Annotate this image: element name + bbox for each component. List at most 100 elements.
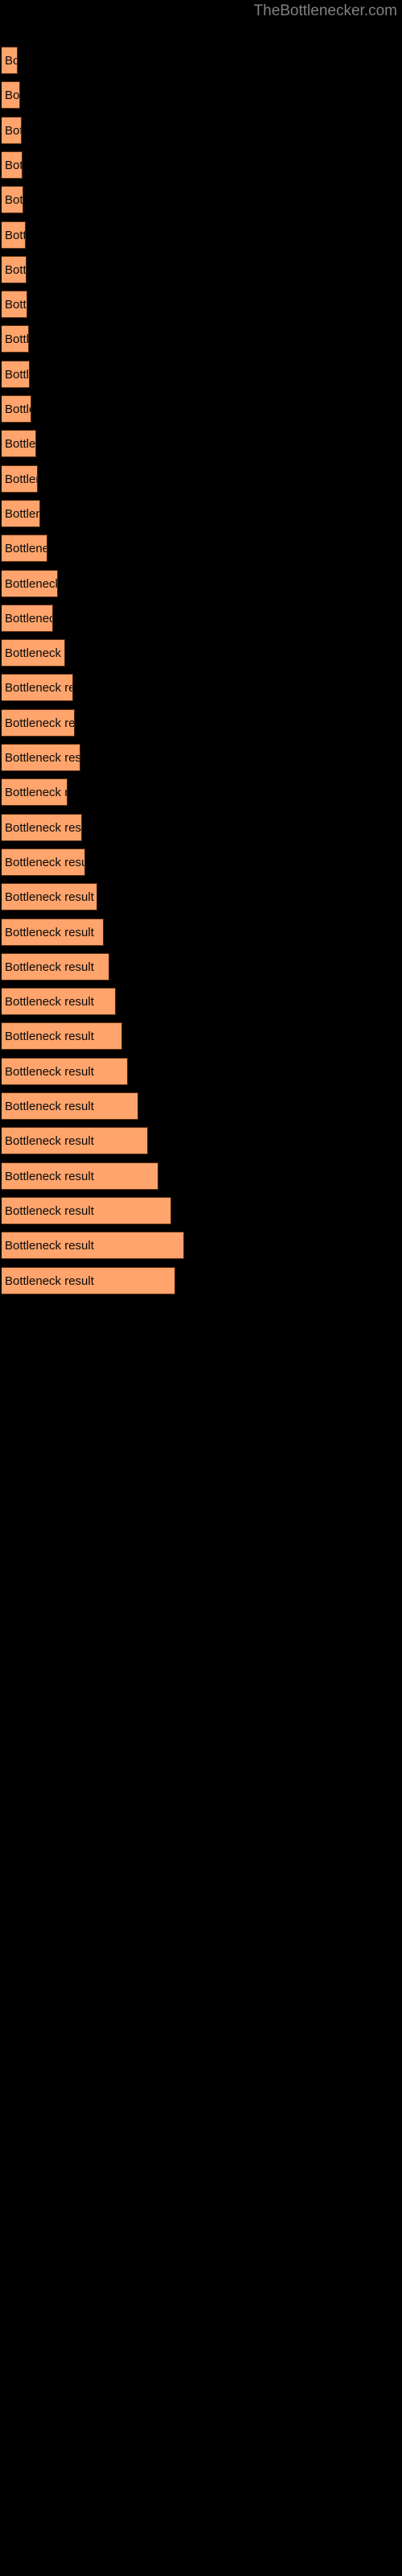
- bar-label: Bottleneck result: [5, 1134, 94, 1149]
- bar-rect[interactable]: Bottleneck result: [2, 360, 30, 388]
- bar-row[interactable]: Bottleneck result: [2, 291, 27, 319]
- bar-rect[interactable]: Bottleneck result: [2, 499, 40, 527]
- bar-row[interactable]: Bottleneck result: [2, 430, 36, 458]
- bar-row[interactable]: Bottleneck result: [2, 535, 47, 563]
- bar-label: Bottleneck result: [5, 262, 27, 277]
- bar-row[interactable]: Bottleneck result: [2, 221, 26, 249]
- bar-label: Bottleneck result: [5, 1030, 94, 1044]
- bar-row[interactable]: Bottleneck result: [2, 1266, 175, 1294]
- bar-row[interactable]: Bottleneck result: [2, 639, 65, 667]
- bar-rect[interactable]: Bottleneck result: [2, 744, 80, 771]
- bar-row[interactable]: Bottleneck result: [2, 186, 23, 214]
- bar-row[interactable]: Bottleneck result: [2, 604, 53, 632]
- bar-row[interactable]: Bottleneck result: [2, 708, 75, 737]
- bar-label: Bottleneck result: [5, 681, 72, 696]
- bar-row[interactable]: Bottleneck result: [2, 116, 22, 144]
- bar-row[interactable]: Bottleneck result: [2, 1092, 138, 1120]
- bar-label: Bottleneck result: [5, 437, 36, 452]
- bar-row[interactable]: Bottleneck result: [2, 360, 30, 388]
- bar-label: Bottleneck result: [5, 576, 58, 591]
- bar-label: Bottleneck result: [5, 1239, 94, 1253]
- bar-rect[interactable]: Bottleneck result: [2, 674, 73, 702]
- bar-rect[interactable]: Bottleneck result: [2, 952, 109, 980]
- bar-row[interactable]: Bottleneck result: [2, 464, 38, 493]
- bar-label: Bottleneck result: [5, 960, 94, 974]
- bar-row[interactable]: Bottleneck result: [2, 848, 85, 876]
- bar-rect[interactable]: Bottleneck result: [2, 1092, 138, 1120]
- bar-rect[interactable]: Bottleneck result: [2, 639, 65, 667]
- bar-row[interactable]: Bottleneck result: [2, 744, 80, 771]
- bar-row[interactable]: Bottleneck result: [2, 1232, 184, 1260]
- bar-rect[interactable]: Bottleneck result: [2, 291, 27, 319]
- bar-row[interactable]: Bottleneck result: [2, 1162, 158, 1190]
- bar-label: Bottleneck result: [5, 1100, 94, 1113]
- bar-row[interactable]: Bottleneck result: [2, 918, 104, 946]
- bar-rect[interactable]: Bottleneck result: [2, 116, 22, 144]
- bar-label: Bottleneck result: [5, 925, 94, 939]
- bar-rect[interactable]: Bottleneck result: [2, 325, 29, 353]
- bar-label: Bottleneck result: [5, 1064, 94, 1079]
- bar-rect[interactable]: Bottleneck result: [2, 430, 36, 458]
- bar-label: Bottleneck result: [5, 751, 80, 765]
- bar-row[interactable]: Bottleneck result: [2, 395, 31, 423]
- bar-rect[interactable]: Bottleneck result: [2, 988, 116, 1016]
- bar-row[interactable]: Bottleneck result: [2, 47, 18, 74]
- bar-rect[interactable]: Bottleneck result: [2, 1266, 175, 1294]
- bar-row[interactable]: Bottleneck result: [2, 1057, 128, 1085]
- bar-row[interactable]: Bottleneck result: [2, 952, 109, 980]
- bar-row[interactable]: Bottleneck result: [2, 674, 73, 702]
- bar-rect[interactable]: Bottleneck result: [2, 255, 27, 283]
- bar-label: Bottleneck result: [5, 89, 20, 103]
- bar-rect[interactable]: Bottleneck result: [2, 151, 23, 179]
- bar-rect[interactable]: Bottleneck result: [2, 604, 53, 632]
- bar-row[interactable]: Bottleneck result: [2, 81, 20, 109]
- bar-rect[interactable]: Bottleneck result: [2, 1196, 171, 1224]
- bar-rect[interactable]: Bottleneck result: [2, 464, 38, 493]
- bar-rect[interactable]: Bottleneck result: [2, 1232, 184, 1260]
- bar-label: Bottleneck result: [5, 402, 31, 416]
- bar-label: Bottleneck result: [5, 332, 29, 347]
- bar-rect[interactable]: Bottleneck result: [2, 1022, 122, 1051]
- bar-rect[interactable]: Bottleneck result: [2, 883, 97, 911]
- bar-row[interactable]: Bottleneck result: [2, 569, 58, 597]
- bar-rect[interactable]: Bottleneck result: [2, 47, 18, 74]
- bar-series-container: Bottleneck result Bottleneck result Bottle…: [0, 0, 402, 2576]
- bar-row[interactable]: Bottleneck result: [2, 1022, 122, 1051]
- bar-rect[interactable]: Bottleneck result: [2, 813, 82, 841]
- bar-rect[interactable]: Bottleneck result: [2, 186, 23, 214]
- bar-rect[interactable]: Bottleneck result: [2, 708, 75, 737]
- bar-row[interactable]: Bottleneck result: [2, 499, 40, 527]
- bar-row[interactable]: Bottleneck result: [2, 325, 29, 353]
- bar-rect[interactable]: Bottleneck result: [2, 1162, 158, 1190]
- bar-rect[interactable]: Bottleneck result: [2, 535, 47, 563]
- bar-label: Bottleneck result: [5, 367, 30, 382]
- bar-rect[interactable]: Bottleneck result: [2, 81, 20, 109]
- bar-rect[interactable]: Bottleneck result: [2, 778, 68, 807]
- bar-row[interactable]: Bottleneck result: [2, 883, 97, 911]
- bar-rect[interactable]: Bottleneck result: [2, 918, 104, 946]
- bar-row[interactable]: Bottleneck result: [2, 813, 82, 841]
- bar-label: Bottleneck result: [5, 228, 25, 242]
- bar-rect[interactable]: Bottleneck result: [2, 569, 58, 597]
- bar-row[interactable]: Bottleneck result: [2, 778, 68, 807]
- bar-row[interactable]: Bottleneck result: [2, 1196, 171, 1224]
- bar-label: Bottleneck result: [5, 506, 39, 521]
- bar-row[interactable]: Bottleneck result: [2, 151, 23, 179]
- bar-label: Bottleneck result: [5, 611, 52, 625]
- bar-label: Bottleneck result: [5, 54, 17, 68]
- bar-rect[interactable]: Bottleneck result: [2, 221, 26, 249]
- bar-row[interactable]: Bottleneck result: [2, 255, 27, 283]
- bar-row[interactable]: Bottleneck result: [2, 988, 116, 1016]
- bar-label: Bottleneck result: [5, 1169, 94, 1183]
- bar-rect[interactable]: Bottleneck result: [2, 848, 85, 876]
- bar-label: Bottleneck result: [5, 716, 75, 730]
- bar-rect[interactable]: Bottleneck result: [2, 1057, 128, 1085]
- bar-rect[interactable]: Bottleneck result: [2, 395, 31, 423]
- bar-label: Bottleneck result: [5, 646, 64, 661]
- bar-label: Bottleneck result: [5, 542, 47, 556]
- bar-rect[interactable]: Bottleneck result: [2, 1127, 148, 1155]
- bar-label: Bottleneck result: [5, 855, 85, 869]
- bar-row[interactable]: Bottleneck result: [2, 1127, 148, 1155]
- bar-label: Bottleneck result: [5, 472, 37, 486]
- bar-label: Bottleneck result: [5, 820, 82, 835]
